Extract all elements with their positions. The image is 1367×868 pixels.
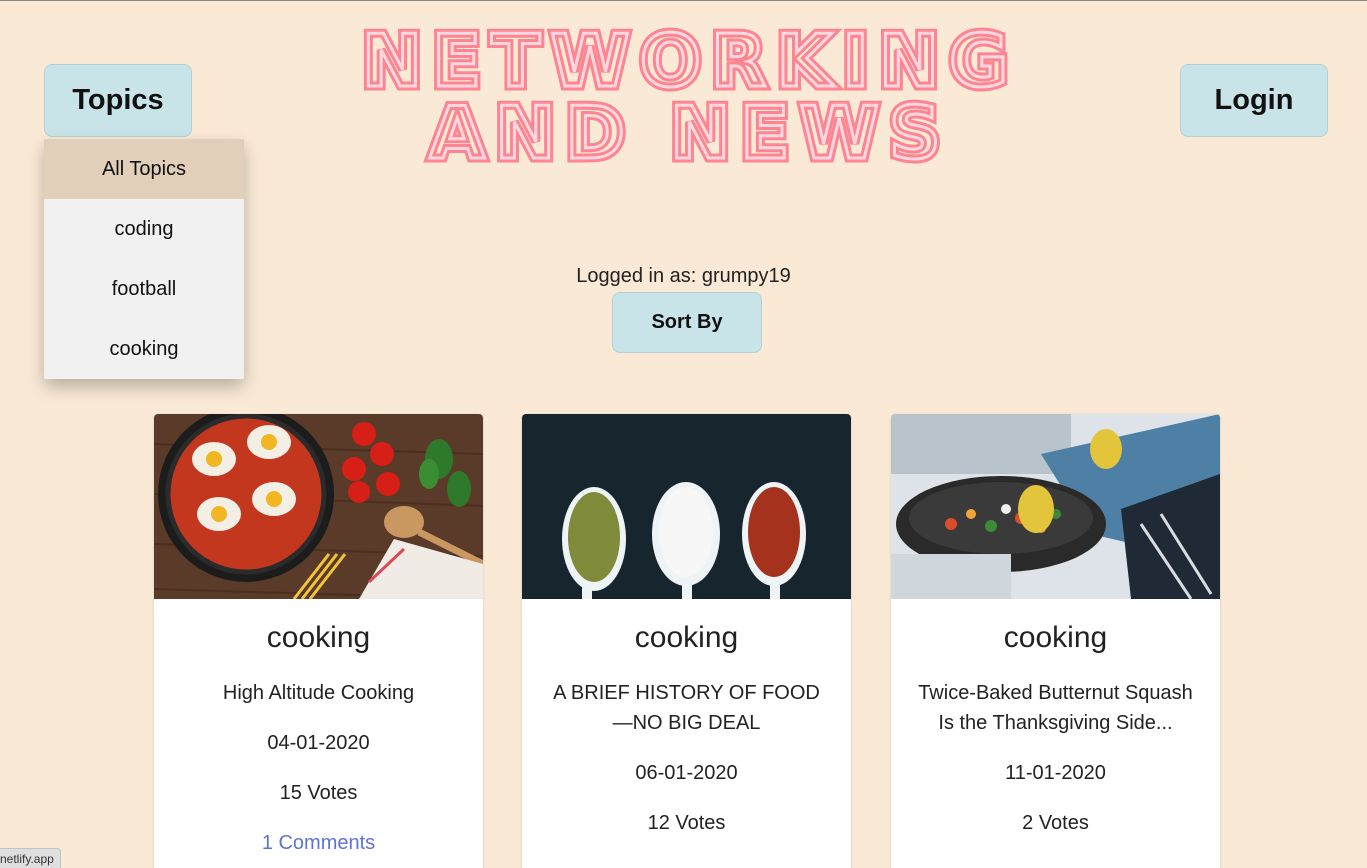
spice-spoons-icon [522,414,851,599]
topics-dropdown: All Topics coding football cooking [44,139,244,379]
article-card[interactable]: cooking A BRIEF HISTORY OF FOOD —NO BIG … [522,414,851,868]
article-topic: cooking [266,621,371,654]
article-title[interactable]: Twice-Baked Butternut Squash Is the Than… [911,678,1200,738]
topic-item-all[interactable]: All Topics [44,139,244,199]
logo-line-2: AND NEWS [429,91,951,175]
article-date: 06-01-2020 [635,762,738,784]
article-title[interactable]: A BRIEF HISTORY OF FOOD —NO BIG DEAL [542,678,831,738]
topics-button[interactable]: Topics [44,64,192,137]
article-votes: 12 Votes [647,812,726,834]
article-title[interactable]: High Altitude Cooking [174,678,463,708]
article-card[interactable]: cooking High Altitude Cooking 04-01-2020… [154,414,483,868]
status-bar-url: netlify.app [0,848,61,868]
site-logo[interactable]: NETWORKING AND NEWS NETWORKING AND NEWS [360,8,1020,179]
article-date: 04-01-2020 [267,732,370,754]
article-votes: 2 Votes [1022,812,1089,834]
topic-item-cooking[interactable]: cooking [44,319,244,379]
article-comments-link[interactable]: 1 Comments [154,828,483,858]
logged-in-status: Logged in as: grumpy19 [576,265,791,287]
sort-by-button[interactable]: Sort By [612,292,762,353]
article-topic: cooking [1003,621,1108,654]
window-top-border [0,0,1367,1]
topic-item-coding[interactable]: coding [44,199,244,259]
article-card[interactable]: cooking Twice-Baked Butternut Squash Is … [891,414,1220,868]
wok-cooking-icon [891,414,1220,599]
article-topic: cooking [634,621,739,654]
login-button[interactable]: Login [1180,64,1328,137]
article-date: 11-01-2020 [1005,762,1106,784]
article-votes: 15 Votes [279,782,358,804]
shakshuka-pan-icon [154,414,483,599]
